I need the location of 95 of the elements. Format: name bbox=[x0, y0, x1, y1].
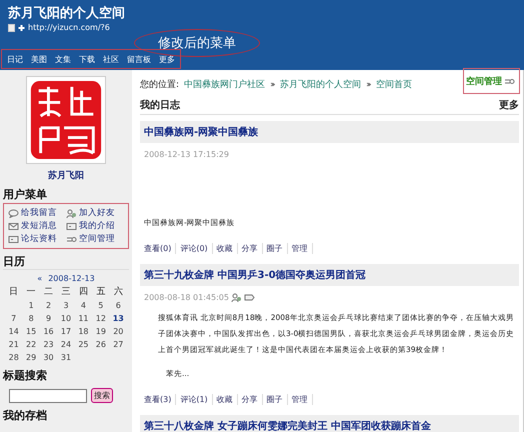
calendar-day[interactable]: 13 bbox=[110, 313, 127, 324]
manage-link[interactable]: 空间管理 bbox=[463, 68, 520, 94]
section-heading: 标题搜索 bbox=[3, 369, 48, 383]
calendar-day[interactable]: 4 bbox=[74, 300, 92, 311]
people-icon bbox=[66, 208, 77, 218]
post-action-link[interactable]: 分享 bbox=[238, 394, 263, 405]
post-action-link[interactable]: 查看(3) bbox=[144, 394, 176, 405]
post-action-link[interactable]: 查看(0) bbox=[144, 243, 176, 254]
weekday-label: 六 bbox=[112, 286, 124, 298]
search-field[interactable] bbox=[9, 388, 87, 402]
calendar-day[interactable]: 17 bbox=[57, 326, 75, 337]
nav-link[interactable]: 文集 bbox=[55, 54, 71, 64]
calendar-day[interactable]: 7 bbox=[5, 313, 22, 324]
weekday-label: 二 bbox=[43, 286, 54, 298]
calendar-day[interactable]: 10 bbox=[57, 313, 75, 324]
post-title[interactable]: 第三十八枚金牌 女子蹦床何雯娜完美封王 中国军团收获蹦床首金 bbox=[140, 415, 519, 432]
prev-month-link[interactable]: « bbox=[37, 274, 42, 283]
page-icon bbox=[8, 24, 15, 32]
user-menu-item[interactable]: 我的介绍 bbox=[66, 220, 124, 232]
more-link[interactable]: 更多 bbox=[499, 98, 519, 112]
calendar-day[interactable]: 11 bbox=[74, 313, 92, 324]
profile-name[interactable]: 苏月飞阳 bbox=[3, 169, 129, 182]
nav-link[interactable]: 日记 bbox=[7, 54, 23, 64]
post-date: 2008-08-18 01:45:05 bbox=[144, 293, 229, 302]
breadcrumb-link[interactable]: 苏月飞阳的个人空间 bbox=[280, 78, 362, 90]
calendar-day[interactable]: 9 bbox=[40, 313, 58, 324]
user-menu-item[interactable]: 发短消息 bbox=[8, 220, 66, 232]
post-action-link[interactable]: 管理 bbox=[288, 394, 313, 405]
calendar-day[interactable]: 25 bbox=[74, 339, 92, 350]
weekday-label: 五 bbox=[95, 286, 106, 298]
calendar-day[interactable]: 6 bbox=[110, 300, 127, 311]
plus-icon bbox=[18, 24, 25, 32]
post-action-link[interactable]: 管理 bbox=[288, 243, 313, 254]
calendar-day[interactable]: 3 bbox=[57, 300, 75, 311]
calendar-date: 2008-12-13 bbox=[48, 274, 95, 283]
card-icon bbox=[8, 234, 19, 244]
user-menu-item[interactable]: 给我留言 bbox=[8, 207, 66, 219]
card-icon bbox=[66, 222, 77, 230]
calendar-day[interactable]: 18 bbox=[74, 326, 92, 337]
breadcrumb-label: 您的位置: bbox=[140, 78, 180, 90]
section-heading: 我的存档 bbox=[3, 409, 48, 423]
calendar-day[interactable]: 8 bbox=[22, 313, 40, 324]
nav-link[interactable]: 下载 bbox=[79, 54, 95, 64]
calendar-day[interactable]: 5 bbox=[92, 300, 110, 311]
envelope-icon bbox=[8, 222, 19, 230]
post-action-link[interactable]: 圈子 bbox=[262, 243, 288, 254]
weekday-label: 四 bbox=[78, 286, 89, 298]
search-button[interactable]: 搜索 bbox=[91, 388, 113, 403]
user-menu-item[interactable]: 空间管理 bbox=[66, 233, 124, 245]
user-menu-item[interactable]: 论坛资料 bbox=[8, 233, 66, 245]
calendar-day[interactable]: 15 bbox=[22, 326, 40, 337]
weekday-label: 一 bbox=[26, 286, 37, 298]
site-url[interactable]: http://yizucn.com/?6 bbox=[28, 23, 110, 32]
weekday-label: 日 bbox=[8, 286, 20, 298]
post-action-link[interactable]: 分享 bbox=[238, 243, 263, 254]
post-action-link[interactable]: 圈子 bbox=[262, 394, 288, 405]
calendar-day[interactable]: 2 bbox=[40, 300, 58, 311]
speech-bubble-icon bbox=[8, 208, 19, 218]
nav-link[interactable]: 社区 bbox=[103, 54, 119, 64]
section-heading: 我的日志 bbox=[140, 98, 180, 112]
calendar-day[interactable]: 19 bbox=[92, 326, 110, 337]
calendar-day[interactable]: 20 bbox=[110, 326, 127, 337]
chevron-icon bbox=[366, 82, 372, 86]
post-action-link[interactable]: 收藏 bbox=[212, 243, 238, 254]
breadcrumb-link[interactable]: 空间首页 bbox=[376, 78, 412, 90]
chevron-icon bbox=[270, 82, 276, 86]
people-icon bbox=[230, 293, 242, 302]
calendar-day[interactable]: 1 bbox=[22, 300, 40, 311]
calendar-day[interactable]: 16 bbox=[40, 326, 58, 337]
post-title[interactable]: 第三十九枚金牌 中国男乒3-0德国夺奥运男团首冠 bbox=[140, 264, 519, 286]
calendar-day[interactable]: 29 bbox=[22, 352, 40, 363]
nav-link[interactable]: 美图 bbox=[31, 54, 47, 64]
post-date: 2008-12-13 17:15:29 bbox=[144, 150, 229, 159]
weekday-label: 三 bbox=[60, 286, 72, 298]
post-action-link[interactable]: 评论(1) bbox=[176, 394, 213, 405]
calendar-day[interactable]: 21 bbox=[5, 339, 22, 350]
calendar-day[interactable]: 27 bbox=[110, 339, 127, 350]
calendar-day[interactable]: 12 bbox=[92, 313, 110, 324]
tag-icon bbox=[244, 293, 255, 302]
calendar-day[interactable]: 26 bbox=[92, 339, 110, 350]
calendar-day[interactable]: 23 bbox=[40, 339, 58, 350]
calendar-day[interactable]: 28 bbox=[5, 352, 22, 363]
post-action-link[interactable]: 评论(0) bbox=[176, 243, 213, 254]
section-heading: 用户菜单 bbox=[3, 188, 48, 202]
post-action-link[interactable]: 收藏 bbox=[212, 394, 238, 405]
section-heading: 日历 bbox=[3, 255, 129, 270]
calendar-day[interactable]: 22 bbox=[22, 339, 40, 350]
calendar-day[interactable]: 24 bbox=[57, 339, 75, 350]
calendar-day[interactable]: 14 bbox=[5, 326, 22, 337]
site-title: 苏月飞阳的个人空间 bbox=[8, 6, 126, 22]
calendar-day[interactable]: 31 bbox=[57, 352, 75, 363]
user-menu-item[interactable]: 加入好友 bbox=[66, 207, 124, 219]
post-title[interactable]: 中国彝族网-网聚中国彝族 bbox=[140, 121, 519, 143]
calendar-day[interactable]: 30 bbox=[40, 352, 58, 363]
breadcrumb-link[interactable]: 中国彝族网门户社区 bbox=[184, 78, 266, 90]
